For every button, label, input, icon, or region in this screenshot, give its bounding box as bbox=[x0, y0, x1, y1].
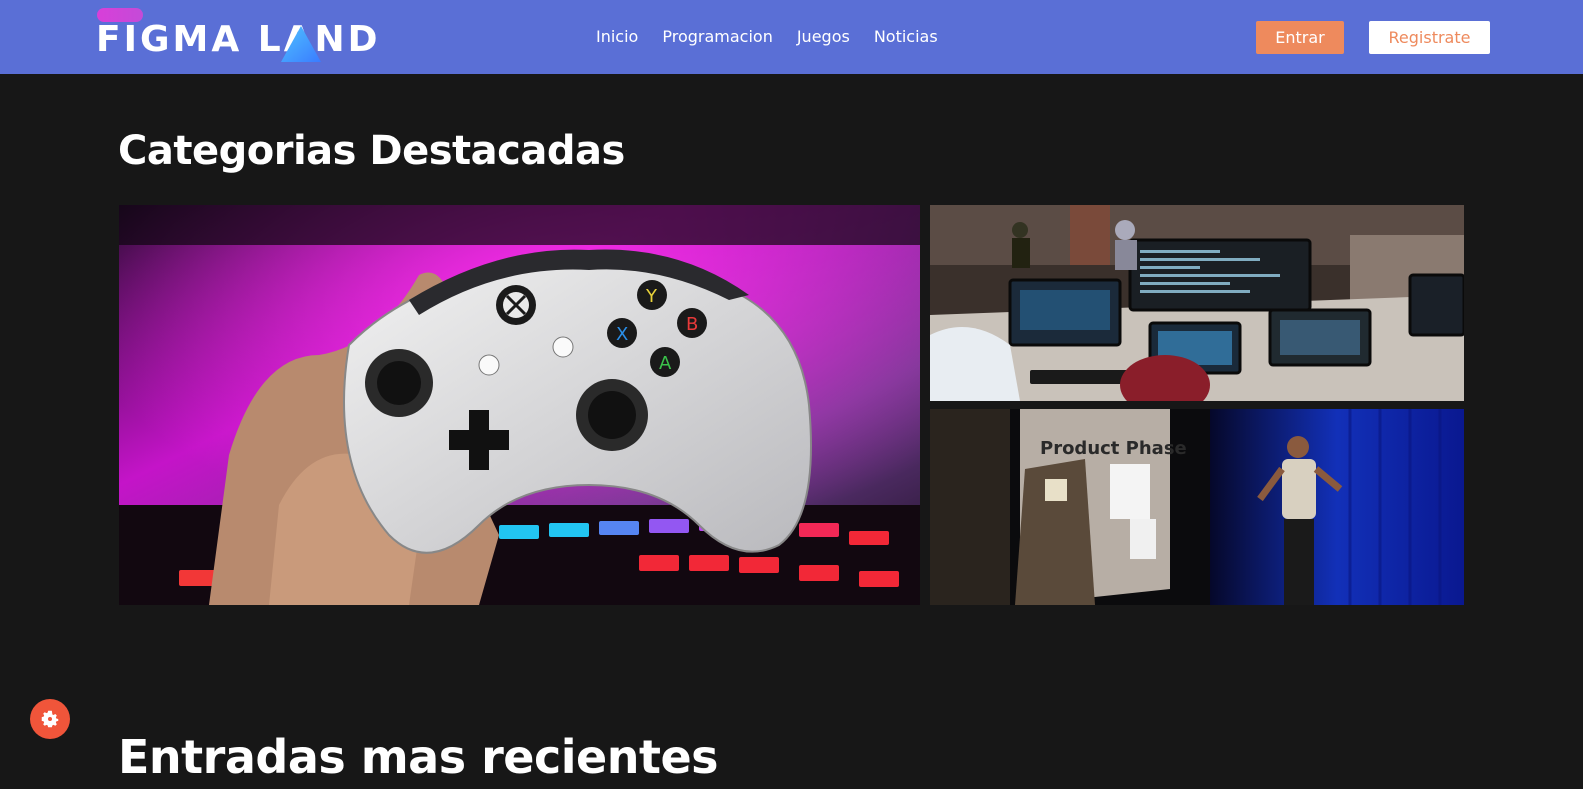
nav-juegos[interactable]: Juegos bbox=[797, 26, 850, 48]
featured-categories-title: Categorias Destacadas bbox=[118, 128, 625, 174]
conference-talk-image: Product Phase bbox=[930, 409, 1464, 605]
svg-text:A: A bbox=[659, 353, 672, 374]
nav-programacion[interactable]: Programacion bbox=[662, 26, 772, 48]
featured-card-news[interactable]: Product Phase bbox=[930, 409, 1464, 605]
nav-noticias[interactable]: Noticias bbox=[874, 26, 938, 48]
svg-text:X: X bbox=[616, 324, 628, 345]
gear-icon bbox=[41, 710, 59, 728]
site-header: FIGMA LAND Inicio Programacion Juegos No… bbox=[0, 0, 1583, 74]
gaming-controller-image: Y X B A bbox=[119, 205, 920, 605]
login-button[interactable]: Entrar bbox=[1256, 21, 1344, 54]
featured-card-gaming[interactable]: Y X B A bbox=[119, 205, 920, 605]
coding-workspace-image bbox=[930, 205, 1464, 401]
svg-text:Product Phase: Product Phase bbox=[1040, 438, 1187, 459]
settings-button[interactable] bbox=[30, 699, 70, 739]
featured-card-programming[interactable] bbox=[930, 205, 1464, 401]
logo-text: FIGMA LAND bbox=[96, 19, 381, 60]
svg-text:Y: Y bbox=[645, 286, 658, 307]
recent-posts-title: Entradas mas recientes bbox=[118, 730, 719, 784]
logo-triangle-icon bbox=[281, 26, 321, 62]
nav-inicio[interactable]: Inicio bbox=[596, 26, 638, 48]
svg-text:B: B bbox=[686, 314, 698, 335]
register-button[interactable]: Registrate bbox=[1369, 21, 1490, 54]
main-nav: Inicio Programacion Juegos Noticias bbox=[596, 26, 938, 48]
figma-land-logo[interactable]: FIGMA LAND bbox=[96, 6, 386, 66]
